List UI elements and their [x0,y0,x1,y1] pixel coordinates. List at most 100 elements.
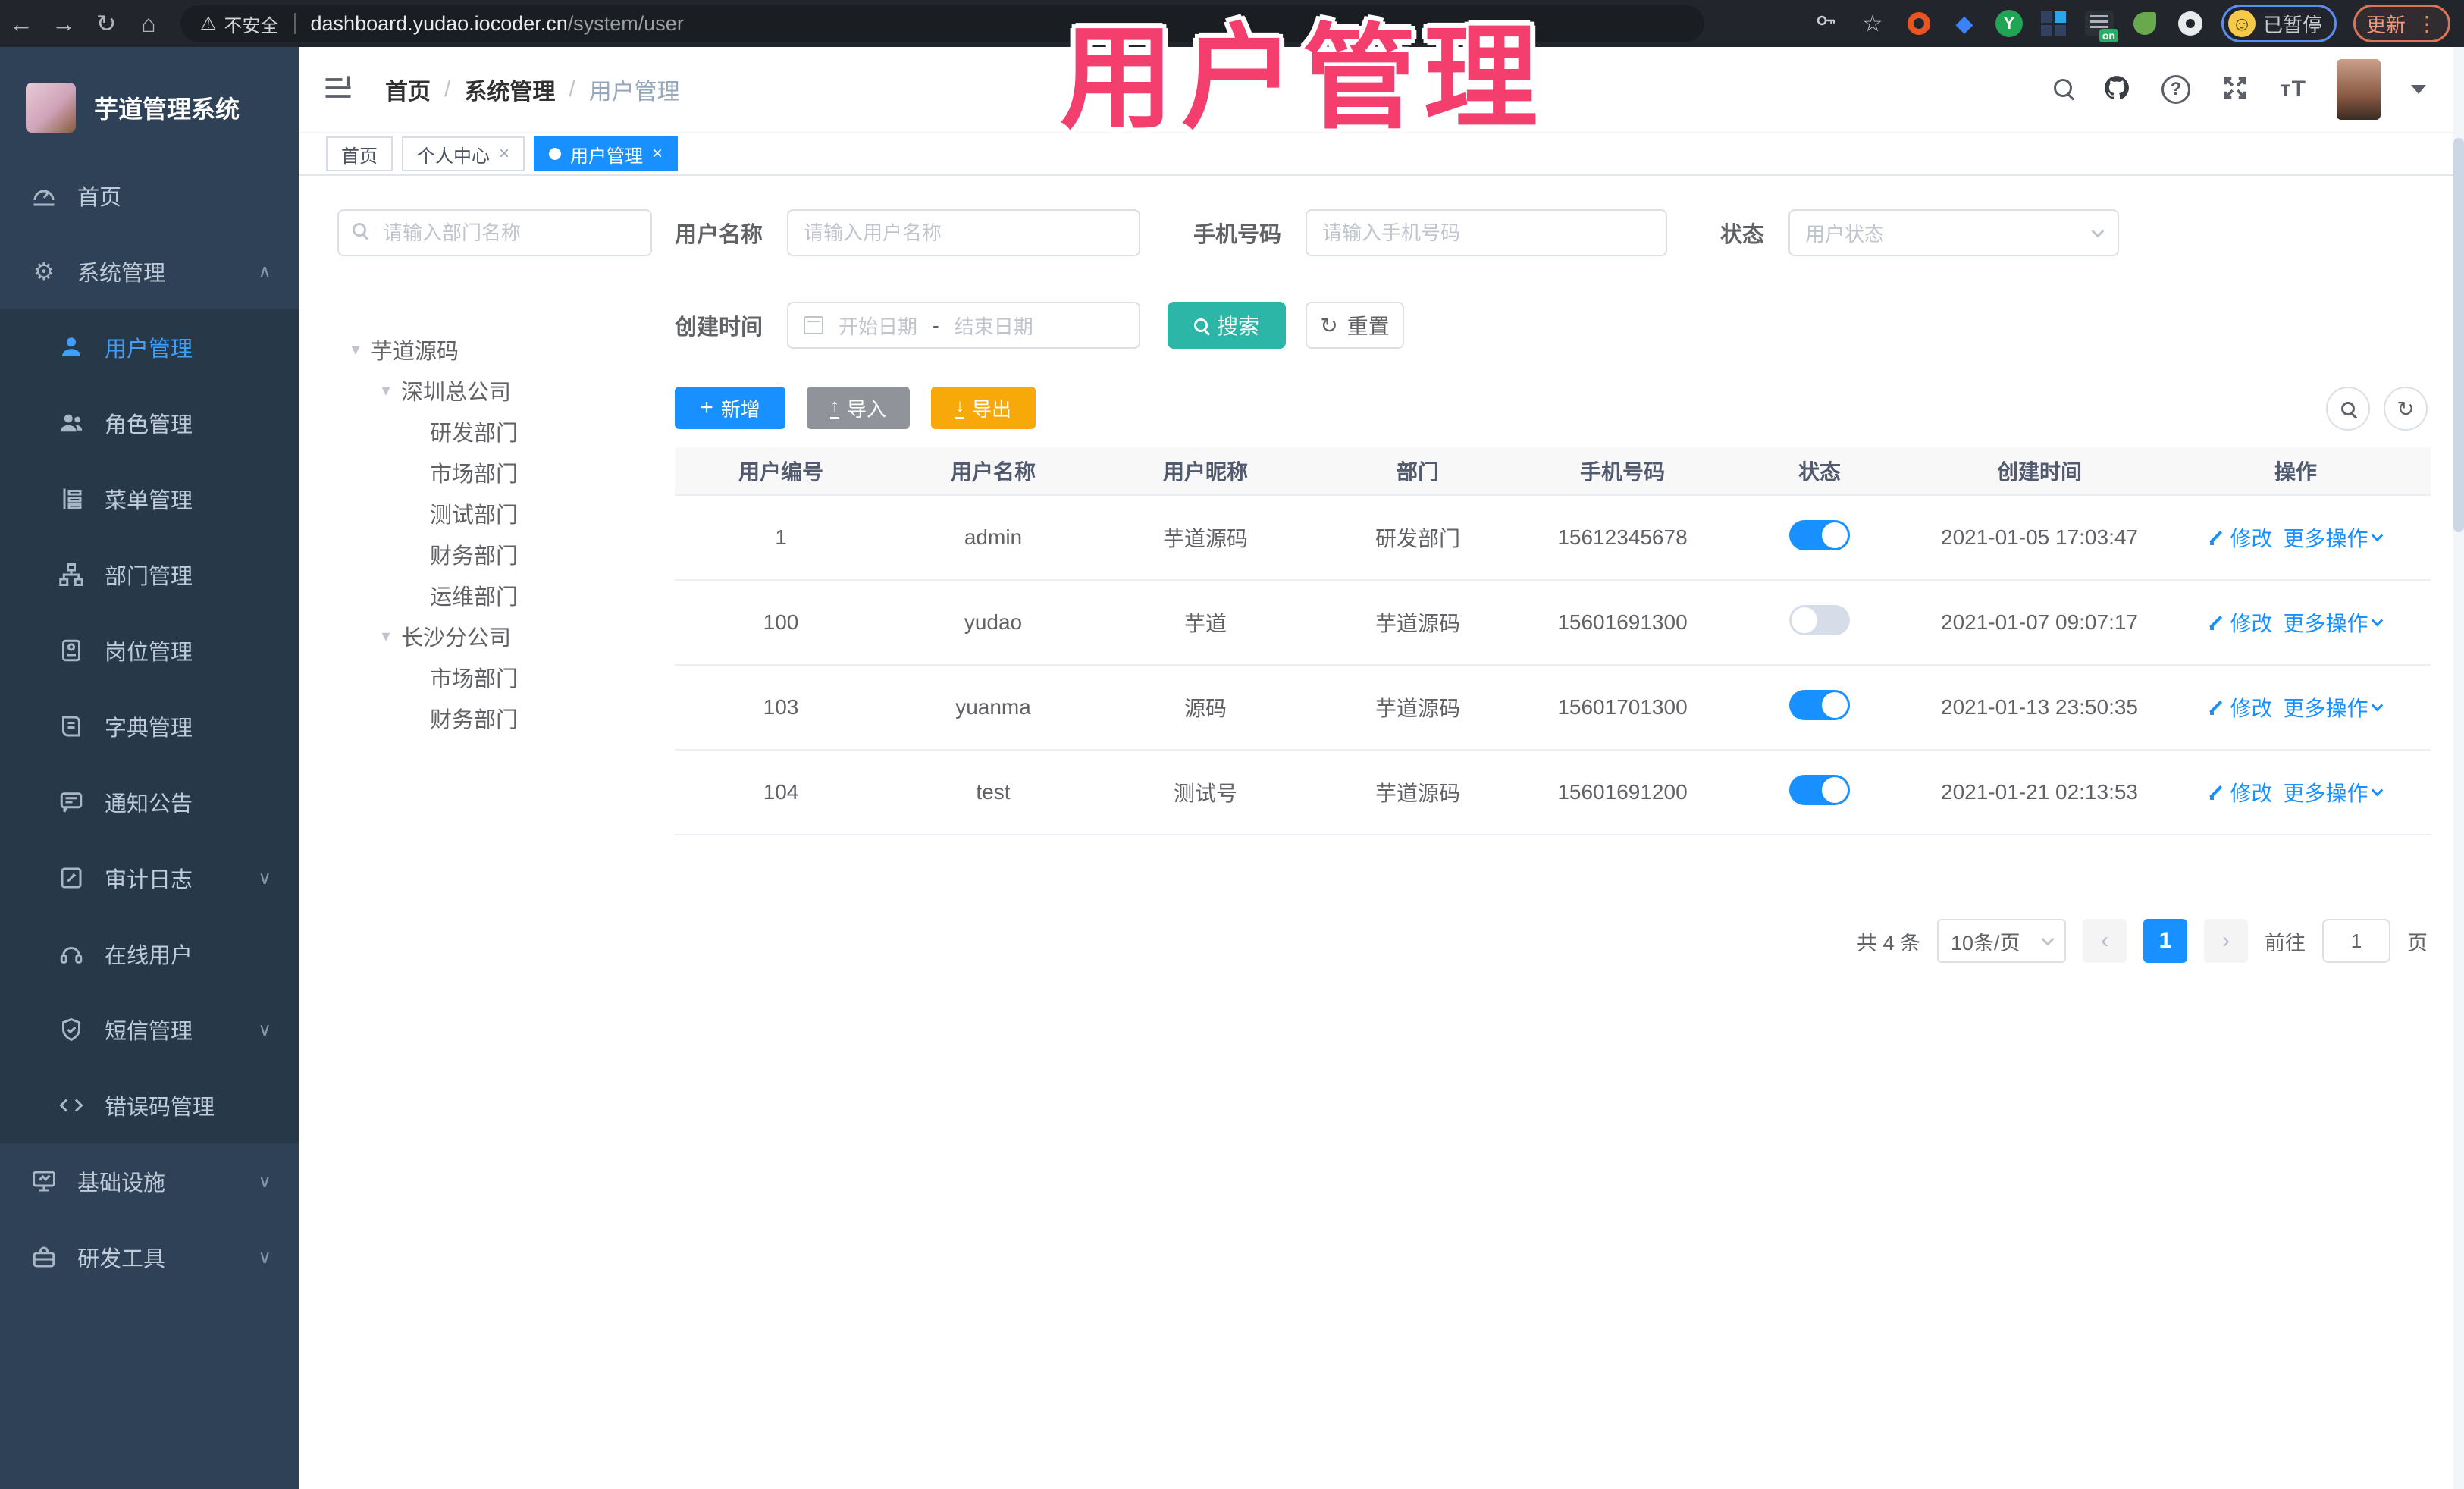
edit-link[interactable]: 修改 [2210,522,2273,553]
sidebar-item-roles[interactable]: 角色管理 [0,385,299,461]
bookmark-star-icon[interactable]: ☆ [1857,11,1888,37]
refresh-table-button[interactable]: ↻ [2384,387,2428,431]
edit-link[interactable]: 修改 [2210,777,2273,807]
close-icon[interactable]: × [499,143,509,165]
status-toggle[interactable] [1789,774,1850,805]
extension-gem-icon[interactable]: ◆ [1950,9,1979,38]
header-search-icon[interactable] [2053,78,2072,101]
browser-reload-icon[interactable]: ↻ [85,9,127,38]
sidebar-item-system[interactable]: ⚙ 系统管理 ∧ [0,234,299,309]
sidebar-item-online-users[interactable]: 在线用户 [0,916,299,992]
tree-node[interactable]: 财务部门 [337,697,652,738]
next-page-button[interactable]: › [2204,919,2248,963]
edit-link[interactable]: 修改 [2210,607,2273,638]
sidebar-item-audit-log[interactable]: 审计日志 ∨ [0,840,299,916]
username-input[interactable] [787,209,1141,256]
sidebar-item-home[interactable]: 首页 [0,158,299,234]
extension-y-icon[interactable]: Y [1995,10,2023,37]
sidebar-item-users[interactable]: 用户管理 [0,309,299,385]
font-size-icon[interactable]: тT [2280,77,2306,102]
dept-search-input[interactable] [337,209,652,256]
add-button[interactable]: + 新增 [675,387,785,429]
scrollbar-thumb[interactable] [2453,138,2464,532]
sidebar-item-posts[interactable]: 岗位管理 [0,613,299,688]
goto-page-input[interactable] [2322,919,2390,963]
help-icon[interactable]: ? [2161,75,2190,104]
sidebar-item-depts[interactable]: 部门管理 [0,537,299,613]
url-path: /system/user [567,11,684,35]
tree-node[interactable]: ▾ 长沙分公司 [337,616,652,657]
breadcrumb-current: 用户管理 [588,80,680,105]
tab-user-management[interactable]: 用户管理 × [534,136,679,171]
toggle-search-button[interactable] [2326,387,2370,431]
sidebar-item-menus[interactable]: 菜单管理 [0,461,299,537]
user-avatar[interactable] [2337,59,2381,120]
cell-user-id: 103 [763,695,799,719]
date-range-input[interactable]: 开始日期 - 结束日期 [787,302,1141,349]
more-actions-link[interactable]: 更多操作 [2284,692,2383,723]
sidebar-item-sms[interactable]: 短信管理 ∨ [0,992,299,1067]
page-size-select[interactable]: 10条/页 [1937,919,2066,963]
app-logo[interactable]: 芋道管理系统 [0,47,299,146]
caret-down-icon[interactable]: ▾ [371,626,401,646]
extension-pinwheel-icon[interactable] [2176,9,2205,38]
search-button[interactable]: 搜索 [1168,302,1287,349]
more-actions-link[interactable]: 更多操作 [2284,607,2383,638]
browser-profile-button[interactable]: ☺ 已暂停 [2221,5,2337,42]
sidebar-item-dict[interactable]: 字典管理 [0,688,299,764]
browser-back-icon[interactable]: ← [0,10,42,38]
status-select[interactable]: 用户状态 [1788,209,2120,256]
github-icon[interactable] [2102,74,2131,106]
status-toggle[interactable] [1789,689,1850,720]
extension-ubuntu-icon[interactable] [1904,9,1933,38]
plus-icon: + [700,395,713,420]
close-icon[interactable]: × [652,143,663,165]
key-icon[interactable] [1810,9,1841,38]
extension-grid-icon[interactable] [2039,9,2068,38]
more-actions-link[interactable]: 更多操作 [2284,777,2383,807]
tree-node[interactable]: ▾ 深圳总公司 [337,370,652,411]
mobile-input[interactable] [1306,209,1668,256]
page-annotation-title: 用户管理 [1060,14,1546,142]
breadcrumb-home[interactable]: 首页 [385,73,431,106]
export-button[interactable]: ↓ 导出 [931,387,1036,429]
fullscreen-icon[interactable] [2221,74,2249,106]
sidebar-item-infrastructure[interactable]: 基础设施 ∨ [0,1143,299,1219]
cell-created: 2021-01-05 17:03:47 [1941,525,2138,549]
status-toggle[interactable] [1789,519,1850,550]
tree-node[interactable]: 测试部门 [337,493,652,534]
current-page-button[interactable]: 1 [2143,919,2187,963]
cell-user-id: 104 [763,780,799,804]
extension-leaf-icon[interactable] [2130,9,2159,38]
tree-node[interactable]: 财务部门 [337,534,652,575]
username-label: 用户名称 [675,223,763,247]
status-toggle[interactable] [1789,604,1850,635]
tab-home[interactable]: 首页 [326,136,393,171]
tree-node[interactable]: 市场部门 [337,452,652,493]
more-actions-link[interactable]: 更多操作 [2284,522,2383,553]
breadcrumb-system[interactable]: 系统管理 [464,73,555,106]
cell-nickname: 测试号 [1173,782,1237,805]
extension-list-on-icon[interactable]: on [2084,11,2118,42]
tree-node[interactable]: 市场部门 [337,657,652,697]
edit-link[interactable]: 修改 [2210,692,2273,723]
sidebar-item-notice[interactable]: 通知公告 [0,764,299,840]
sidebar-collapse-icon[interactable] [321,71,355,108]
chevron-down-icon [2091,224,2105,237]
browser-home-icon[interactable]: ⌂ [127,10,170,38]
import-button[interactable]: ↑ 导入 [807,387,910,429]
reset-button[interactable]: ↻ 重置 [1306,302,1405,349]
caret-down-icon[interactable]: ▾ [371,381,401,400]
tree-node[interactable]: 运维部门 [337,575,652,616]
prev-page-button[interactable]: ‹ [2083,919,2127,963]
sidebar-item-dev-tools[interactable]: 研发工具 ∨ [0,1219,299,1295]
security-warning[interactable]: ⚠ 不安全 [200,11,279,37]
browser-update-menu-button[interactable]: 更新 ⋮ [2353,5,2450,42]
avatar-caret-icon[interactable] [2411,85,2426,94]
browser-forward-icon[interactable]: → [42,10,85,38]
tab-profile[interactable]: 个人中心 × [402,136,525,171]
caret-down-icon[interactable]: ▾ [340,340,371,359]
tree-node[interactable]: 研发部门 [337,411,652,452]
sidebar-item-error-codes[interactable]: 错误码管理 [0,1067,299,1143]
tree-node[interactable]: ▾ 芋道源码 [337,329,652,370]
